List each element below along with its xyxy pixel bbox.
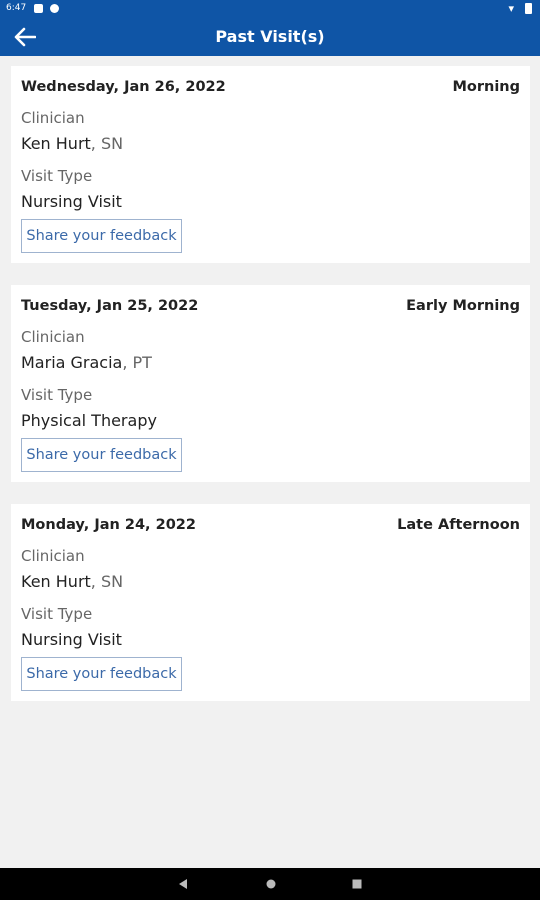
visit-time-of-day: Early Morning xyxy=(406,298,520,314)
visit-time-of-day: Late Afternoon xyxy=(397,517,520,533)
visit-type-value: Physical Therapy xyxy=(21,411,157,430)
clinician-name: Maria Gracia xyxy=(21,353,123,372)
share-feedback-button[interactable]: Share your feedback xyxy=(21,219,182,253)
system-navigation-bar xyxy=(0,868,540,900)
visit-date: Tuesday, Jan 25, 2022 xyxy=(21,298,199,314)
visit-type-label: Visit Type xyxy=(21,605,93,623)
system-back-button[interactable] xyxy=(170,868,196,900)
clinician-value: Ken Hurt, SN xyxy=(21,134,123,153)
visit-date: Wednesday, Jan 26, 2022 xyxy=(21,79,226,95)
clinician-name: Ken Hurt xyxy=(21,134,91,153)
app-notification-icon xyxy=(34,4,43,13)
clinician-label: Clinician xyxy=(21,109,85,127)
clinician-role: , SN xyxy=(90,134,124,153)
visit-type-value: Nursing Visit xyxy=(21,630,122,649)
recents-square-icon xyxy=(352,879,362,889)
clinician-role: , SN xyxy=(90,572,124,591)
visit-date: Monday, Jan 24, 2022 xyxy=(21,517,196,533)
visit-type-label: Visit Type xyxy=(21,167,93,185)
visit-list: Wednesday, Jan 26, 2022 Morning Clinicia… xyxy=(11,66,530,723)
app-bar: Past Visit(s) xyxy=(0,18,540,56)
visit-card: Monday, Jan 24, 2022 Late Afternoon Clin… xyxy=(11,504,530,701)
clinician-label: Clinician xyxy=(21,328,85,346)
page-title: Past Visit(s) xyxy=(215,27,325,46)
clinician-role: , PT xyxy=(122,353,152,372)
clinician-value: Ken Hurt, SN xyxy=(21,572,123,591)
share-feedback-button[interactable]: Share your feedback xyxy=(21,657,182,691)
visit-card: Wednesday, Jan 26, 2022 Morning Clinicia… xyxy=(11,66,530,263)
google-icon xyxy=(50,4,59,13)
clinician-value: Maria Gracia, PT xyxy=(21,353,152,372)
visit-card: Tuesday, Jan 25, 2022 Early Morning Clin… xyxy=(11,285,530,482)
back-triangle-icon xyxy=(179,879,187,889)
share-feedback-button[interactable]: Share your feedback xyxy=(21,438,182,472)
battery-icon xyxy=(525,3,532,14)
status-bar: 6:47 ▾ xyxy=(0,0,540,18)
clinician-label: Clinician xyxy=(21,547,85,565)
status-time: 6:47 xyxy=(6,3,27,13)
wifi-icon: ▾ xyxy=(508,3,514,15)
visit-type-label: Visit Type xyxy=(21,386,93,404)
system-home-button[interactable] xyxy=(258,868,284,900)
visit-type-value: Nursing Visit xyxy=(21,192,122,211)
home-circle-icon xyxy=(266,879,276,889)
visit-time-of-day: Morning xyxy=(452,79,520,95)
clinician-name: Ken Hurt xyxy=(21,572,91,591)
system-recents-button[interactable] xyxy=(344,868,370,900)
